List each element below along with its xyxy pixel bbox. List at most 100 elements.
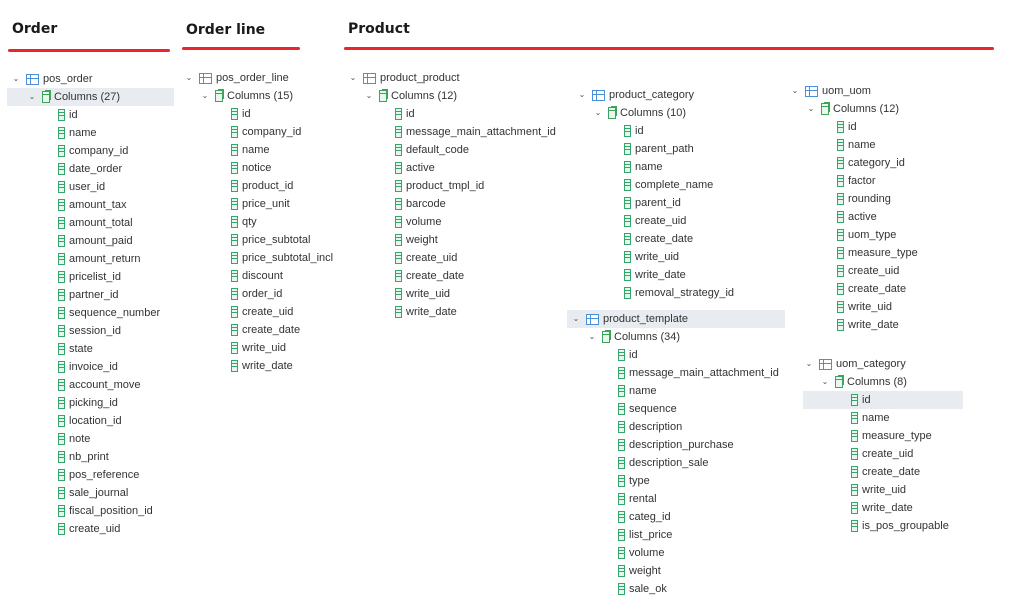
column-item[interactable]: id (570, 346, 638, 364)
column-item[interactable]: description_purchase (570, 436, 734, 454)
column-item[interactable]: sequence_number (10, 304, 160, 322)
chevron-down-icon[interactable]: ⌄ (592, 104, 604, 122)
table-node[interactable]: ⌄ product_template (570, 310, 688, 328)
column-item[interactable]: measure_type (803, 427, 932, 445)
table-node[interactable]: ⌄ product_product (347, 69, 460, 87)
chevron-down-icon[interactable]: ⌄ (805, 100, 817, 118)
column-item[interactable]: weight (570, 562, 661, 580)
column-item[interactable]: price_subtotal (183, 231, 311, 249)
column-item[interactable]: write_date (803, 499, 913, 517)
table-node[interactable]: ⌄ uom_uom (789, 82, 871, 100)
chevron-down-icon[interactable]: ⌄ (347, 69, 359, 87)
column-item[interactable]: nb_print (10, 448, 109, 466)
column-item[interactable]: note (10, 430, 90, 448)
column-item[interactable]: type (570, 472, 650, 490)
columns-node[interactable]: ⌄ Columns (10) (576, 104, 686, 122)
columns-node[interactable]: ⌄ Columns (12) (347, 87, 457, 105)
column-item[interactable]: id (347, 105, 415, 123)
column-item[interactable]: id (803, 391, 871, 409)
column-item[interactable]: price_unit (183, 195, 290, 213)
column-item[interactable]: weight (347, 231, 438, 249)
column-item[interactable]: create_uid (10, 520, 120, 538)
column-item[interactable]: name (789, 136, 876, 154)
column-item[interactable]: rental (570, 490, 657, 508)
column-item[interactable]: category_id (789, 154, 905, 172)
column-item[interactable]: name (10, 124, 97, 142)
column-item[interactable]: description (570, 418, 682, 436)
column-item[interactable]: rounding (789, 190, 891, 208)
column-item[interactable]: create_date (576, 230, 693, 248)
column-item[interactable]: name (570, 382, 657, 400)
column-item[interactable]: create_uid (347, 249, 457, 267)
chevron-down-icon[interactable]: ⌄ (803, 355, 815, 373)
column-item[interactable]: uom_type (789, 226, 896, 244)
column-item[interactable]: id (789, 118, 857, 136)
column-item[interactable]: partner_id (10, 286, 119, 304)
columns-node[interactable]: ⌄ Columns (27) (10, 88, 120, 106)
column-item[interactable]: company_id (183, 123, 301, 141)
chevron-down-icon[interactable]: ⌄ (570, 310, 582, 328)
column-item[interactable]: account_move (10, 376, 141, 394)
column-item[interactable]: amount_tax (10, 196, 126, 214)
chevron-down-icon[interactable]: ⌄ (363, 87, 375, 105)
column-item[interactable]: name (183, 141, 270, 159)
column-item[interactable]: location_id (10, 412, 122, 430)
column-item[interactable]: write_uid (803, 481, 906, 499)
column-item[interactable]: order_id (183, 285, 282, 303)
column-item[interactable]: create_date (347, 267, 464, 285)
column-item[interactable]: barcode (347, 195, 446, 213)
column-item[interactable]: amount_return (10, 250, 141, 268)
column-item[interactable]: factor (789, 172, 876, 190)
column-item[interactable]: create_date (183, 321, 300, 339)
column-item[interactable]: create_uid (183, 303, 293, 321)
column-item[interactable]: fiscal_position_id (10, 502, 153, 520)
column-item[interactable]: id (576, 122, 644, 140)
column-item[interactable]: amount_paid (10, 232, 133, 250)
column-item[interactable]: name (576, 158, 663, 176)
column-item[interactable]: removal_strategy_id (576, 284, 734, 302)
chevron-down-icon[interactable]: ⌄ (26, 88, 38, 106)
chevron-down-icon[interactable]: ⌄ (10, 70, 22, 88)
column-item[interactable]: volume (347, 213, 441, 231)
column-item[interactable]: write_date (347, 303, 457, 321)
table-node[interactable]: ⌄ uom_category (803, 355, 906, 373)
column-item[interactable]: create_uid (576, 212, 686, 230)
chevron-down-icon[interactable]: ⌄ (576, 86, 588, 104)
column-item[interactable]: state (10, 340, 93, 358)
column-item[interactable]: complete_name (576, 176, 713, 194)
column-item[interactable]: date_order (10, 160, 122, 178)
column-item[interactable]: create_date (803, 463, 920, 481)
column-item[interactable]: sale_ok (570, 580, 667, 598)
table-node[interactable]: ⌄ product_category (576, 86, 694, 104)
column-item[interactable]: measure_type (789, 244, 918, 262)
chevron-down-icon[interactable]: ⌄ (819, 373, 831, 391)
column-item[interactable]: active (347, 159, 435, 177)
column-item[interactable]: is_pos_groupable (803, 517, 949, 535)
column-item[interactable]: categ_id (570, 508, 671, 526)
column-item[interactable]: create_date (789, 280, 906, 298)
column-item[interactable]: write_uid (183, 339, 286, 357)
columns-node[interactable]: ⌄ Columns (8) (803, 373, 907, 391)
column-item[interactable]: user_id (10, 178, 105, 196)
column-item[interactable]: amount_total (10, 214, 133, 232)
column-item[interactable]: id (10, 106, 78, 124)
chevron-down-icon[interactable]: ⌄ (586, 328, 598, 346)
column-item[interactable]: volume (570, 544, 664, 562)
column-item[interactable]: message_main_attachment_id (347, 123, 556, 141)
column-item[interactable]: discount (183, 267, 283, 285)
column-item[interactable]: write_uid (789, 298, 892, 316)
column-item[interactable]: message_main_attachment_id (570, 364, 779, 382)
column-item[interactable]: product_tmpl_id (347, 177, 484, 195)
column-item[interactable]: active (789, 208, 877, 226)
column-item[interactable]: picking_id (10, 394, 118, 412)
chevron-down-icon[interactable]: ⌄ (199, 87, 211, 105)
column-item[interactable]: write_uid (347, 285, 450, 303)
column-item[interactable]: parent_path (576, 140, 694, 158)
column-item[interactable]: sale_journal (10, 484, 128, 502)
column-item[interactable]: list_price (570, 526, 672, 544)
chevron-down-icon[interactable]: ⌄ (183, 69, 195, 87)
chevron-down-icon[interactable]: ⌄ (789, 82, 801, 100)
columns-node[interactable]: ⌄ Columns (15) (183, 87, 293, 105)
column-item[interactable]: create_uid (803, 445, 913, 463)
columns-node[interactable]: ⌄ Columns (34) (570, 328, 680, 346)
